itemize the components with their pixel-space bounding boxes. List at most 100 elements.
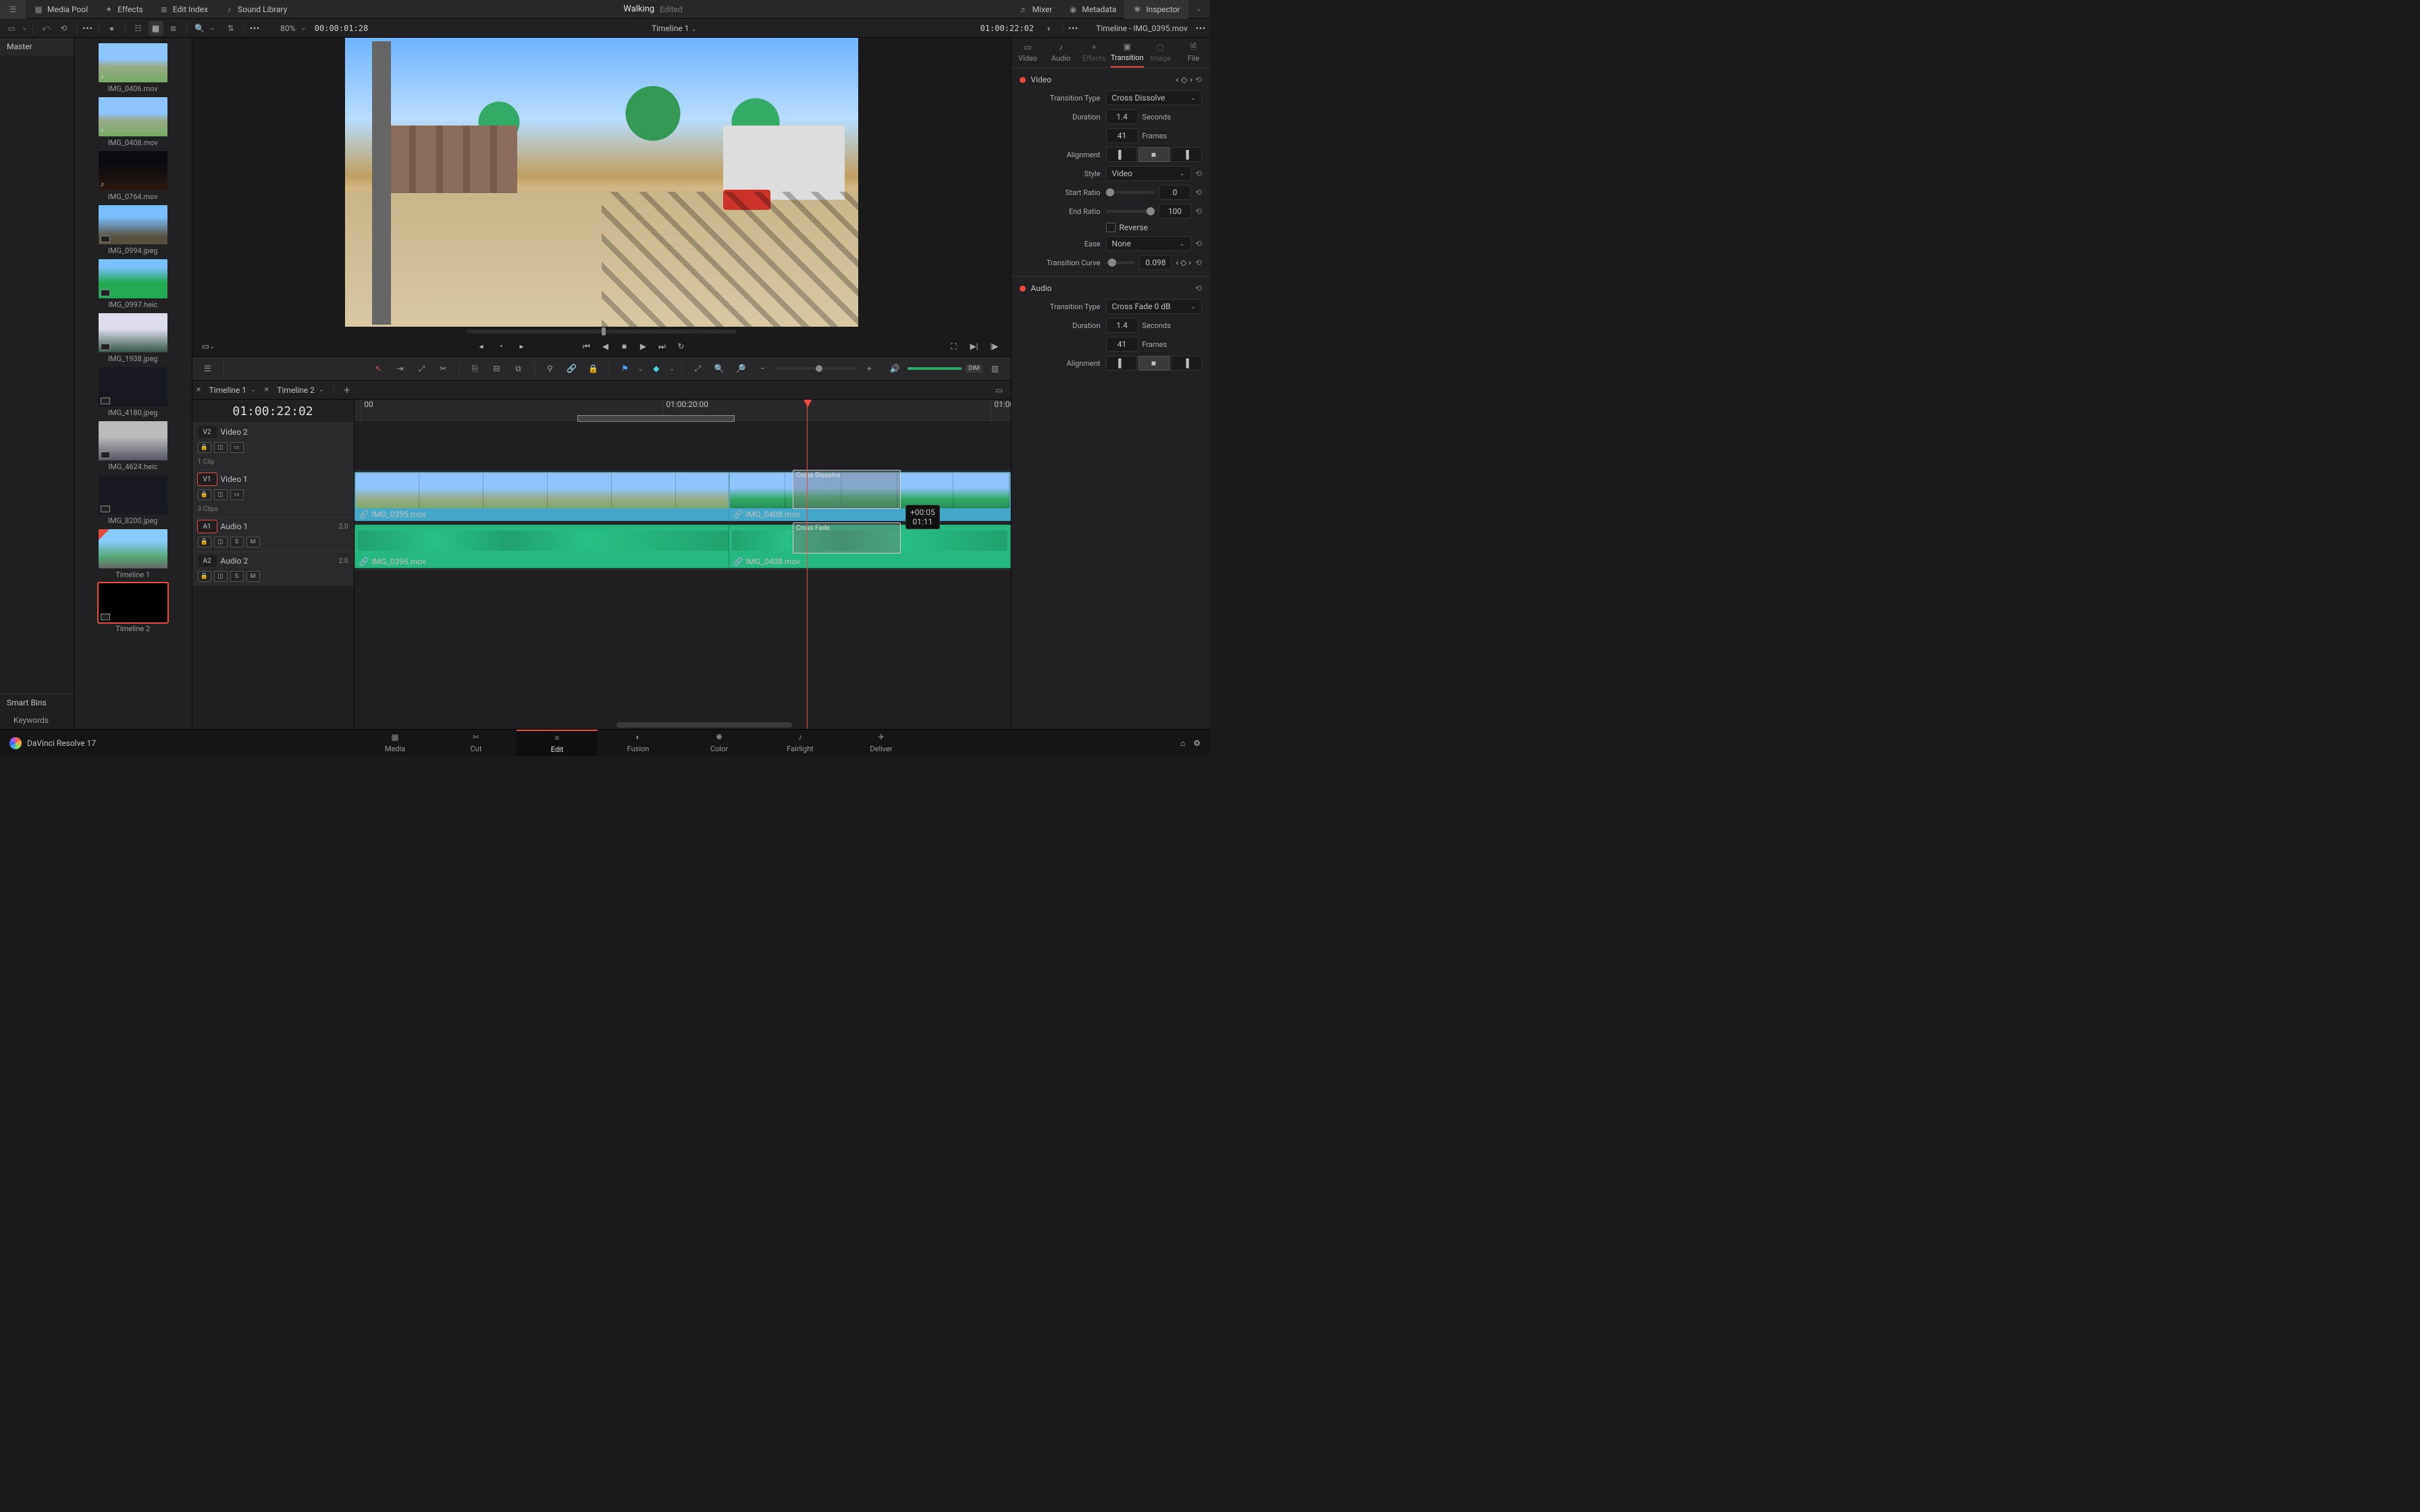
track-header-v2[interactable]: V2 Video 2 — [192, 423, 354, 441]
bin-master[interactable]: Master — [0, 38, 74, 55]
chevron-down-icon[interactable]: ⌄ — [22, 24, 27, 32]
clip-thumb[interactable]: ♪ — [99, 97, 167, 136]
clip-thumb[interactable] — [99, 205, 167, 244]
track-lane-a2[interactable] — [354, 570, 1011, 610]
clip-thumb[interactable] — [99, 313, 167, 352]
current-clip-icon[interactable]: • — [494, 338, 510, 354]
page-fusion[interactable]: ◐Fusion — [598, 730, 679, 756]
next-clip-icon[interactable]: ▸ — [514, 338, 530, 354]
align-end-button[interactable]: ▐ — [1171, 147, 1202, 162]
effects-toggle[interactable]: ✦Effects — [96, 0, 151, 19]
search-icon[interactable]: 🔍 — [192, 21, 207, 36]
inspector-tab-image[interactable]: ▢Image — [1144, 38, 1177, 68]
inspector-tab-video[interactable]: ▭Video — [1011, 38, 1045, 68]
timeline-timecode[interactable]: 01:00:22:02 — [192, 400, 354, 423]
smart-bins-header[interactable]: Smart Bins — [0, 693, 74, 711]
zoom-out-icon[interactable]: − — [754, 360, 771, 377]
prev-clip-icon[interactable]: ◂ — [473, 338, 490, 354]
curve-input[interactable]: 0.098 — [1139, 255, 1172, 270]
video-transition[interactable]: Cross Dissolve — [793, 470, 901, 509]
reset-icon[interactable]: ⟲ — [1195, 188, 1202, 197]
program-viewer[interactable] — [192, 38, 1011, 327]
bin-options-icon[interactable]: ••• — [250, 24, 260, 33]
jog-bar[interactable] — [192, 327, 1011, 336]
keyframe-icon[interactable]: ◇ — [1181, 75, 1187, 84]
align-end-button[interactable]: ▐ — [1171, 356, 1202, 371]
next-keyframe-icon[interactable]: › — [1188, 258, 1191, 267]
inspector-tab-audio[interactable]: ♪Audio — [1045, 38, 1078, 68]
expand-button[interactable]: ⌄ — [1188, 0, 1210, 19]
volume-icon[interactable]: 🔊 — [886, 360, 903, 377]
clip-thumb[interactable] — [99, 259, 167, 298]
inspector-tab-transition[interactable]: ▣Transition — [1111, 38, 1144, 68]
next-edit-icon[interactable]: ▶| — [966, 338, 982, 354]
media-pool-toggle[interactable]: ▦Media Pool — [26, 0, 96, 19]
timeline-view-options-icon[interactable]: ☰ — [199, 360, 217, 377]
loop-icon[interactable]: ↻ — [673, 338, 689, 354]
lock-icon[interactable]: 🔒 — [585, 360, 602, 377]
page-media[interactable]: ▦Media — [354, 730, 436, 756]
resolve-menu-icon[interactable]: ☰ — [0, 0, 26, 19]
page-edit[interactable]: ≡Edit — [517, 730, 598, 756]
track-lane-v2[interactable] — [354, 423, 1011, 470]
dim-button[interactable]: DIM — [966, 364, 982, 373]
inspector-toggle[interactable]: ✱Inspector — [1124, 0, 1188, 19]
go-end-icon[interactable]: ⏭ — [654, 338, 670, 354]
track-tag[interactable]: V1 — [198, 473, 217, 485]
track-name[interactable]: Audio 1 — [221, 522, 248, 531]
inspector-section-audio[interactable]: Audio ⟲ — [1011, 276, 1210, 297]
audio-clip[interactable]: 🔗IMG_0395.mov — [354, 524, 741, 568]
audio-transition-type-select[interactable]: Cross Fade 0 dB⌄ — [1106, 299, 1202, 314]
marker-icon[interactable]: ◆ — [648, 360, 665, 377]
reset-icon[interactable]: ⟲ — [1195, 258, 1202, 267]
lock-track-icon[interactable]: 🔒 — [198, 489, 211, 500]
auto-select-icon[interactable]: ◫ — [214, 489, 228, 500]
track-header-a1[interactable]: A1 Audio 1 2.0 — [192, 517, 354, 535]
link-icon[interactable]: 🔗 — [563, 360, 581, 377]
clip-thumb[interactable]: ♪ — [99, 43, 167, 82]
style-select[interactable]: Video⌄ — [1106, 166, 1191, 181]
play-icon[interactable]: ▶ — [635, 338, 652, 354]
viewer-zoom[interactable]: 80% — [278, 24, 298, 33]
inspector-tab-effects[interactable]: ✦Effects — [1078, 38, 1111, 68]
sync-icon[interactable]: ⟲ — [56, 21, 71, 36]
align-start-button[interactable]: ▌ — [1106, 147, 1137, 162]
flag-icon[interactable]: ⚑ — [616, 360, 634, 377]
snap-icon[interactable]: ⚲ — [542, 360, 559, 377]
keyframe-icon[interactable]: ◇ — [1180, 258, 1186, 267]
disable-track-icon[interactable]: ▭ — [230, 489, 244, 500]
timeline-tab[interactable]: Timeline 1⌄ — [203, 383, 261, 397]
curve-slider[interactable] — [1106, 261, 1136, 264]
inspector-section-video[interactable]: Video ‹◇›⟲ — [1011, 71, 1210, 88]
meters-icon[interactable]: ▥ — [987, 360, 1004, 377]
play-reverse-icon[interactable]: ◀ — [598, 338, 614, 354]
viewer-options-icon[interactable]: ••• — [1068, 24, 1078, 33]
page-fairlight[interactable]: ♪Fairlight — [760, 730, 841, 756]
track-header-a2[interactable]: A2 Audio 2 2.0 — [192, 551, 354, 570]
enable-dot-icon[interactable] — [1020, 77, 1026, 83]
start-ratio-input[interactable]: 0 — [1159, 185, 1191, 200]
clip-thumb[interactable] — [99, 367, 167, 406]
timeline-thumb[interactable] — [99, 583, 167, 622]
smart-bin-keywords[interactable]: Keywords — [0, 711, 74, 729]
track-tag[interactable]: V2 — [198, 426, 217, 438]
mute-button[interactable]: M — [246, 571, 260, 582]
range-indicator[interactable] — [577, 415, 735, 422]
duration-seconds-input[interactable]: 1.4 — [1106, 109, 1138, 124]
auto-select-icon[interactable]: ◫ — [214, 537, 228, 547]
track-tag[interactable]: A2 — [198, 555, 217, 567]
blade-tool-icon[interactable]: ✂ — [435, 360, 452, 377]
thumbnail-view-icon[interactable]: ▦ — [149, 21, 163, 36]
audio-duration-frames-input[interactable]: 41 — [1106, 337, 1138, 352]
lock-track-icon[interactable]: 🔒 — [198, 442, 211, 453]
timeline-tab[interactable]: Timeline 2⌄ — [271, 383, 330, 397]
volume-slider[interactable] — [908, 367, 962, 370]
lock-track-icon[interactable]: 🔒 — [198, 571, 211, 582]
enable-dot-icon[interactable] — [1020, 286, 1026, 292]
metadata-toggle[interactable]: ◉Metadata — [1060, 0, 1124, 19]
sound-library-toggle[interactable]: ♪Sound Library — [216, 0, 295, 19]
inspector-options-icon[interactable]: ••• — [1196, 24, 1206, 33]
zoom-full-icon[interactable]: ⤢ — [689, 360, 706, 377]
track-tag[interactable]: A1 — [198, 520, 217, 533]
page-cut[interactable]: ✂Cut — [436, 730, 517, 756]
